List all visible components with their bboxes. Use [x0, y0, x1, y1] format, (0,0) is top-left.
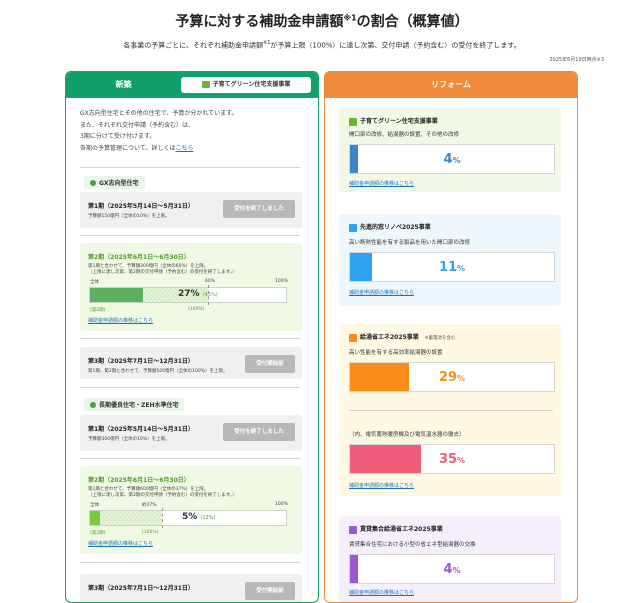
house-icon	[349, 117, 357, 126]
progress-percent: 35%	[438, 452, 466, 467]
status-not-started-button: 受付開始前	[245, 582, 295, 600]
progress-percent: 5% (13%)	[182, 512, 216, 522]
progress-bar: 4%	[349, 554, 555, 584]
details-link[interactable]: こちら	[176, 145, 194, 152]
program-tag-label: 子育てグリーン住宅支援事業	[212, 81, 291, 88]
house-icon	[201, 81, 210, 88]
new-construction-header: 新築 子育てグリーン住宅支援事業	[66, 72, 318, 98]
renovation-card-kosodate: 子育てグリーン住宅支援事業 開口部の改修、給湯器の設置、その他の改修 4% 補助…	[339, 108, 561, 192]
window-icon	[349, 223, 357, 232]
progress-fill	[90, 511, 100, 525]
renovation-header: リフォーム	[325, 72, 577, 98]
apartment-icon	[349, 525, 357, 534]
history-link[interactable]: 補助金申請額の推移はこちら	[349, 180, 414, 187]
page-subtitle: 各事業の予算ごとに、それぞれ補助金申請額※1が予算上限（100%）に達し次第、交…	[123, 40, 521, 50]
history-link[interactable]: 補助金申請額の推移はこちら	[349, 589, 414, 596]
progress-fill	[90, 288, 143, 302]
history-link[interactable]: 補助金申請額の推移はこちら	[349, 482, 414, 489]
renovation-card-chintai: 賃貸集合給湯省エネ2025事業 賃貸集合住宅における小型の省エネ型給湯器の交換 …	[339, 516, 561, 602]
period-2-card: 第2期（2025年6月1日～6月30日） 第1期と合わせて、予算額300億円（全…	[80, 243, 302, 331]
status-not-started-button: 受付開始前	[245, 355, 295, 373]
progress-remaining	[100, 511, 162, 525]
divider	[80, 167, 300, 168]
history-link[interactable]: 補助金申請額の推移はこちら	[349, 289, 414, 296]
status-closed-button: 受付を終了しました	[223, 200, 295, 218]
progress-percent: 4%	[443, 562, 461, 577]
new-construction-label: 新築	[115, 80, 132, 89]
bullet-icon	[90, 180, 96, 186]
page-title: 予算に対する補助金申請額※1の割合（概算値）	[175, 13, 469, 30]
renovation-card-mado: 先進的窓リノベ2025事業 高い断熱性能を有する製品を用いた開口部の改修 11%…	[339, 214, 561, 306]
period-2-card: 第2期（2025年6月1日～6月30日） 第1期と合わせて、予算額600億円（全…	[80, 466, 302, 554]
bullet-icon	[90, 402, 96, 408]
status-closed-button: 受付を終了しました	[223, 423, 295, 441]
period-3-card: 第3期（2025年7月1日～12月31日） 受付開始前	[80, 574, 302, 602]
progress-bar-long-term: 5% (13%)	[89, 508, 287, 528]
section-heading-gx: GX志向型住宅	[84, 176, 145, 189]
water-heater-icon	[349, 333, 357, 342]
progress-percent: 27% (45%)	[178, 289, 218, 299]
program-tag: 子育てグリーン住宅支援事業	[181, 77, 311, 93]
as-of-date: 2025年6月19日時点※3	[549, 57, 604, 63]
progress-bar-gx: 27% (45%)	[89, 285, 287, 305]
history-link[interactable]: 補助金申請額の推移はこちら	[88, 540, 153, 547]
progress-percent: 11%	[438, 260, 466, 275]
period-3-card: 第3期（2025年7月1日～12月31日） 第1期、第2期と合わせて、予算額50…	[80, 347, 302, 379]
progress-percent: 29%	[438, 370, 466, 385]
period-1-card: 第1期（2025年5月14日～5月31日） 予算額150億円（全体の10%）を上…	[80, 192, 302, 228]
progress-bar-sub: 35%	[349, 444, 555, 474]
period-1-card: 第1期（2025年5月14日～5月31日） 予算額300億円（全体の10%）を上…	[80, 415, 302, 451]
section-heading-long-term: 長期優良住宅・ZEH水準住宅	[84, 398, 185, 411]
new-construction-panel: 新築 子育てグリーン住宅支援事業 GX志向型住宅とその他の住宅で、予算が分かれて…	[65, 71, 319, 603]
renovation-card-kyuto: 給湯省エネ2025事業 ※蓄電池を含む 高い性能を有する高効率給湯器の設置 29%…	[339, 324, 561, 496]
renovation-panel: リフォーム 子育てグリーン住宅支援事業 開口部の改修、給湯器の設置、その他の改修…	[324, 71, 578, 603]
intro-text: GX志向型住宅とその他の住宅で、予算が分かれています。 また、それぞれ交付申請（…	[80, 110, 238, 152]
history-link[interactable]: 補助金申請額の推移はこちら	[88, 317, 153, 324]
progress-bar: 11%	[349, 252, 555, 282]
progress-bar: 4%	[349, 144, 555, 174]
progress-bar: 29%	[349, 362, 555, 392]
progress-percent: 4%	[443, 152, 461, 167]
